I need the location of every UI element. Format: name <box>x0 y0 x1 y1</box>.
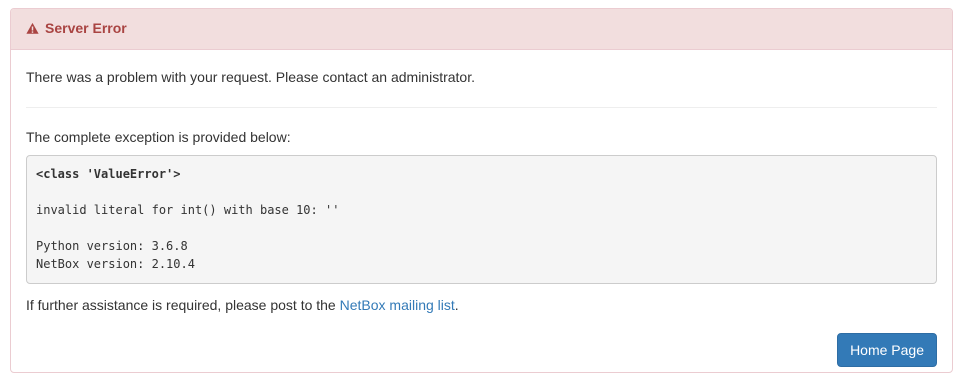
exception-block: <class 'ValueError'> invalid literal for… <box>26 155 937 284</box>
panel-title: Server Error <box>45 20 127 36</box>
server-error-panel: Server Error There was a problem with yo… <box>10 8 953 373</box>
mailing-list-link[interactable]: NetBox mailing list <box>340 297 455 313</box>
warning-triangle-icon <box>26 22 39 34</box>
error-message: There was a problem with your request. P… <box>26 69 475 85</box>
exception-class: <class 'ValueError'> <box>36 167 181 181</box>
exception-label: The complete exception is provided below… <box>26 129 291 145</box>
action-row: Home Page <box>26 333 937 367</box>
netbox-version: NetBox version: 2.10.4 <box>36 257 195 271</box>
assistance-prefix: If further assistance is required, pleas… <box>26 297 340 313</box>
exception-detail: invalid literal for int() with base 10: … <box>36 203 340 217</box>
python-version: Python version: 3.6.8 <box>36 239 188 253</box>
assistance-text: If further assistance is required, pleas… <box>26 295 937 315</box>
panel-body: There was a problem with your request. P… <box>11 67 952 367</box>
home-page-button[interactable]: Home Page <box>837 333 937 367</box>
divider <box>26 107 937 108</box>
panel-heading: Server Error <box>11 9 952 50</box>
assistance-suffix: . <box>454 297 459 313</box>
